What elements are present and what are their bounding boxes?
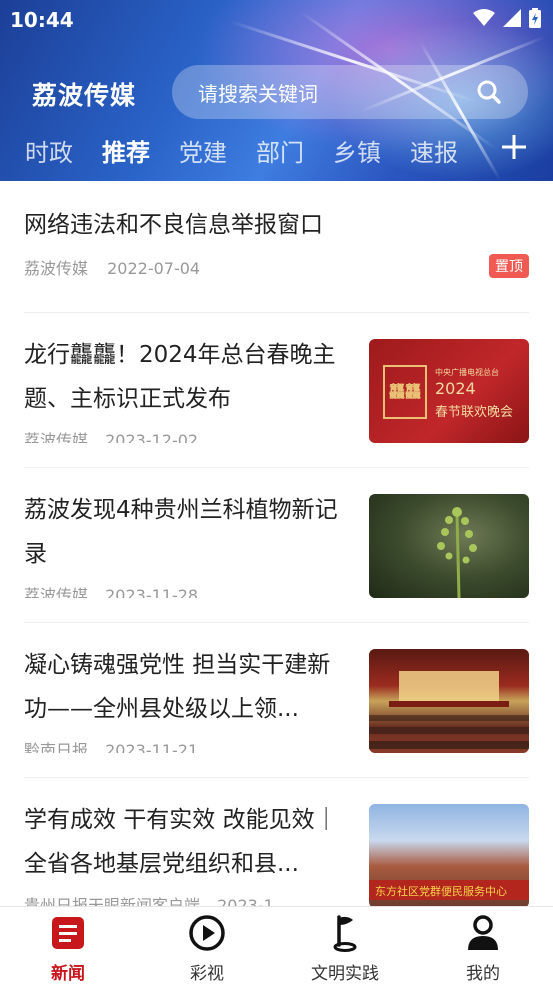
- news-title: 荔波发现4种贵州兰科植物新记录: [24, 497, 338, 567]
- news-title: 凝心铸魂强党性 担当实干建新功——全州县处级以上领...: [24, 652, 331, 722]
- news-thumbnail: [369, 494, 529, 598]
- bottom-navigation: 新闻 彩视 文明实践 我的: [0, 906, 553, 984]
- app-header: 10:44 荔波传媒 请搜索关键词 时政 推荐 党建 部门 乡镇 速报: [0, 0, 553, 181]
- community-center-banner-text: 东方社区党群便民服务中心: [375, 885, 507, 898]
- news-item[interactable]: 龙行龘龘！2024年总台春晚主题、主标识正式发布 荔波传媒 2023-12-02…: [24, 313, 529, 468]
- news-date: 2023-12-02: [105, 431, 199, 443]
- news-date: 2022-07-04: [107, 259, 201, 278]
- pinned-news-item[interactable]: 网络违法和不良信息举报窗口 荔波传媒 2022-07-04 置顶: [24, 181, 529, 313]
- news-item[interactable]: 学有成效 干有实效 改能见效｜全省各地基层党组织和县... 贵州日报天眼新闻客户…: [24, 778, 529, 906]
- news-date: 2023-11-28: [105, 586, 199, 598]
- news-source: 荔波传媒: [24, 586, 89, 598]
- news-thumbnail: 东方社区党群便民服务中心: [369, 804, 529, 906]
- news-source: 荔波传媒: [24, 259, 89, 278]
- news-source: 荔波传媒: [24, 431, 89, 443]
- tab-tuijian[interactable]: 推荐: [102, 133, 150, 168]
- nav-label: 文明实践: [311, 964, 379, 984]
- nav-civilization-practice[interactable]: 文明实践: [295, 913, 395, 984]
- wifi-icon: [473, 9, 495, 26]
- search-bar[interactable]: 请搜索关键词: [172, 65, 528, 119]
- news-date: 2023-1: [217, 896, 274, 906]
- user-icon: [468, 915, 498, 950]
- search-icon[interactable]: [476, 79, 502, 105]
- news-item[interactable]: 荔波发现4种贵州兰科植物新记录 荔波传媒 2023-11-28: [24, 468, 529, 623]
- news-title: 网络违法和不良信息举报窗口: [24, 212, 323, 238]
- search-placeholder: 请搜索关键词: [198, 81, 318, 106]
- nav-label: 我的: [466, 964, 500, 984]
- gala-caption-text: 春节联欢晚会: [435, 405, 514, 420]
- app-logo: 荔波传媒: [32, 81, 137, 110]
- news-meta: 荔波传媒 2023-12-02: [24, 427, 210, 443]
- pinned-badge: 置顶: [489, 254, 529, 278]
- play-icon: [189, 915, 225, 951]
- signal-icon: [503, 9, 521, 27]
- nav-news[interactable]: 新闻: [18, 913, 118, 984]
- battery-icon: [529, 8, 541, 28]
- tab-shizheng[interactable]: 时政: [25, 133, 73, 168]
- tab-dangjian[interactable]: 党建: [179, 133, 227, 168]
- tab-bumen[interactable]: 部门: [256, 133, 304, 168]
- tab-xiangzhen[interactable]: 乡镇: [333, 133, 381, 168]
- newspaper-icon: [52, 917, 84, 949]
- news-thumbnail: [369, 649, 529, 753]
- news-meta: 贵州日报天眼新闻客户端 2023-1: [24, 892, 286, 906]
- status-bar: 10:44: [0, 0, 553, 38]
- category-tabs: 时政 推荐 党建 部门 乡镇 速报: [0, 133, 553, 173]
- gala-seal-logo: 龘龘: [383, 365, 427, 419]
- gala-org-text: 中央广播电视总台: [435, 368, 499, 377]
- news-feed: 网络违法和不良信息举报窗口 荔波传媒 2022-07-04 置顶 龙行龘龘！20…: [0, 181, 553, 906]
- add-channel-icon[interactable]: [499, 132, 529, 162]
- nav-label: 新闻: [51, 964, 85, 984]
- gala-year-text: 2024: [435, 379, 476, 398]
- orchid-plant-image: [437, 507, 477, 598]
- status-time: 10:44: [10, 8, 74, 32]
- news-title: 学有成效 干有实效 改能见效｜全省各地基层党组织和县...: [24, 807, 338, 877]
- news-source: 贵州日报天眼新闻客户端: [24, 896, 201, 906]
- news-date: 2023-11-21: [105, 741, 199, 753]
- meeting-hall-image: [369, 671, 529, 749]
- nav-video[interactable]: 彩视: [157, 913, 257, 984]
- news-source: 黔南日报: [24, 741, 89, 753]
- flag-icon: [333, 915, 357, 952]
- news-meta: 荔波传媒 2022-07-04: [24, 255, 214, 279]
- status-icons: [473, 8, 541, 28]
- news-thumbnail: 龘龘 中央广播电视总台 2024 春节联欢晚会: [369, 339, 529, 443]
- nav-profile[interactable]: 我的: [433, 913, 533, 984]
- nav-label: 彩视: [190, 964, 224, 984]
- news-title: 龙行龘龘！2024年总台春晚主题、主标识正式发布: [24, 342, 336, 412]
- news-meta: 荔波传媒 2023-11-28: [24, 582, 210, 598]
- news-item[interactable]: 凝心铸魂强党性 担当实干建新功——全州县处级以上领... 黔南日报 2023-1…: [24, 623, 529, 778]
- news-meta: 黔南日报 2023-11-21: [24, 737, 210, 753]
- tab-subao[interactable]: 速报: [410, 133, 458, 168]
